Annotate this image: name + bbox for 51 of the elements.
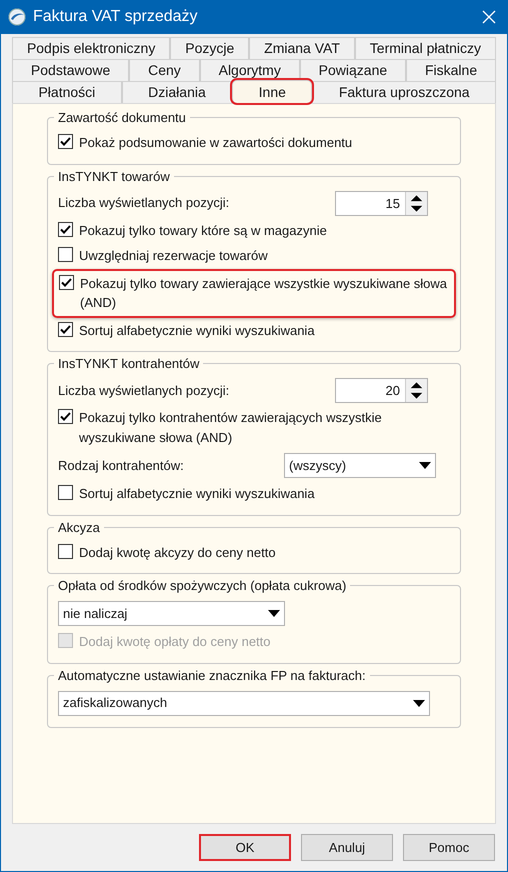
dropdown[interactable]: (wszyscy) bbox=[284, 453, 436, 478]
window-title: Faktura VAT sprzedaży bbox=[33, 7, 199, 27]
checkbox[interactable] bbox=[59, 274, 74, 290]
checkbox-label: Pokazuj tylko towary które są w magazynie bbox=[79, 222, 327, 240]
dialog-button[interactable]: Pomoc bbox=[403, 834, 495, 861]
number-spinner[interactable]: 15 bbox=[335, 190, 428, 216]
tab[interactable]: Fiskalne bbox=[406, 59, 496, 81]
spinner-value: 15 bbox=[384, 194, 401, 212]
checkbox-label: Pokazuj tylko towary zawierające wszystkie wyszukiwane słowa (AND) bbox=[80, 274, 448, 312]
tab[interactable]: Zmiana VAT bbox=[249, 37, 355, 59]
checkbox[interactable] bbox=[58, 409, 73, 424]
tab[interactable]: Powiązane bbox=[300, 59, 406, 81]
field-label: Liczba wyświetlanych pozycji: bbox=[58, 382, 230, 400]
spinner-arrows-icon[interactable] bbox=[405, 192, 427, 214]
tab[interactable]: Podpis elektroniczny bbox=[12, 37, 170, 59]
tab[interactable]: Inne bbox=[232, 80, 312, 103]
tab[interactable]: Pozycje bbox=[170, 37, 250, 59]
tab[interactable]: Płatności bbox=[12, 81, 122, 103]
checkbox[interactable] bbox=[58, 544, 73, 558]
checkbox[interactable] bbox=[58, 322, 73, 336]
dropdown-caret-icon bbox=[268, 610, 280, 617]
spinner-arrows-icon[interactable] bbox=[405, 379, 427, 402]
dropdown[interactable]: zafiskalizowanych bbox=[58, 690, 430, 716]
checkbox-label: Sortuj alfabetycznie wyniki wyszukiwania bbox=[79, 485, 315, 503]
dialog-button[interactable]: OK bbox=[199, 834, 291, 861]
tab[interactable]: Algorytmy bbox=[200, 59, 300, 81]
checkbox-label: Sortuj alfabetycznie wyniki wyszukiwania bbox=[79, 322, 315, 340]
checkbox-label: Pokaż podsumowanie w zawartości dokumentu bbox=[79, 134, 352, 152]
dropdown-caret-icon bbox=[419, 462, 431, 469]
checkbox[interactable] bbox=[58, 222, 73, 236]
checkbox-label: Dodaj kwotę opłaty do ceny netto bbox=[79, 633, 271, 651]
tab[interactable]: Działania bbox=[122, 81, 232, 103]
tab[interactable]: Podstawowe bbox=[12, 59, 130, 81]
checkbox[interactable] bbox=[58, 247, 73, 262]
dropdown-caret-icon bbox=[413, 700, 425, 706]
checkbox[interactable] bbox=[58, 485, 73, 500]
checkbox-label: Uwzględniaj rezerwacje towarów bbox=[79, 247, 268, 265]
checkbox-label: Dodaj kwotę akcyzy do ceny netto bbox=[79, 544, 276, 562]
tab[interactable]: Faktura uproszczona bbox=[312, 81, 496, 103]
tab[interactable]: Ceny bbox=[129, 59, 200, 81]
dialog-button[interactable]: Anuluj bbox=[301, 834, 393, 861]
field-label: Liczba wyświetlanych pozycji: bbox=[58, 194, 230, 212]
dropdown[interactable]: nie naliczaj bbox=[58, 601, 285, 626]
number-spinner[interactable]: 20 bbox=[335, 378, 428, 403]
field-label: Rodzaj kontrahentów: bbox=[58, 456, 184, 475]
tab[interactable]: Terminal płatniczy bbox=[354, 37, 496, 59]
spinner-value: 20 bbox=[384, 382, 401, 400]
checkbox-label: Pokazuj tylko kontrahentów zawierających wszystkie wyszukiwane słowa (AND) bbox=[79, 409, 383, 447]
checkbox[interactable] bbox=[58, 134, 73, 149]
app-logo-icon bbox=[8, 8, 26, 26]
close-icon[interactable] bbox=[482, 10, 496, 24]
